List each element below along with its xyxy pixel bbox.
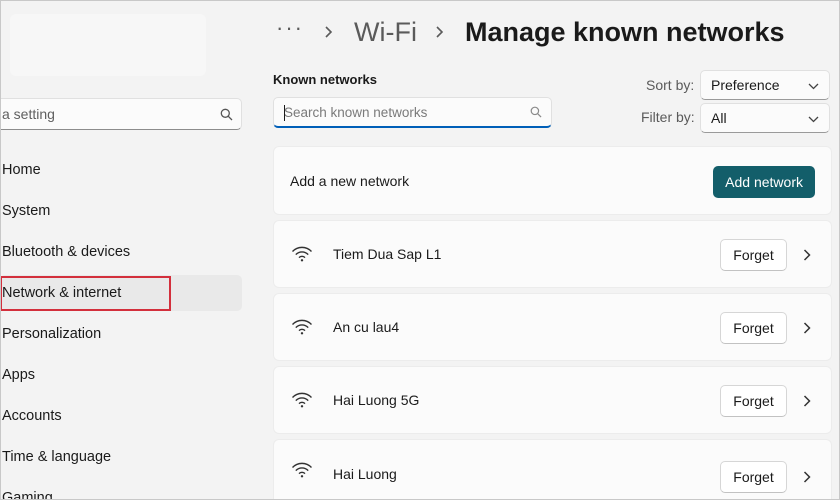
sidebar-item-home[interactable]: Home — [0, 152, 242, 188]
filter-by-label: Filter by: — [641, 109, 695, 125]
sidebar-item-network-internet[interactable]: Network & internet — [0, 275, 242, 311]
search-icon[interactable] — [211, 108, 241, 121]
search-icon[interactable] — [521, 106, 551, 118]
network-row[interactable]: An cu lau4 Forget — [273, 293, 832, 361]
nav-list: Home System Bluetooth & devices Network … — [0, 152, 256, 500]
chevron-right-icon[interactable] — [802, 394, 812, 408]
chevron-right-icon — [435, 25, 449, 39]
wifi-icon — [291, 245, 313, 263]
network-row[interactable]: Tiem Dua Sap L1 Forget — [273, 220, 832, 288]
sidebar-item-label: Time & language — [2, 449, 112, 465]
known-networks-label: Known networks — [273, 72, 378, 87]
sidebar-item-label: Apps — [2, 367, 36, 383]
network-row[interactable]: Hai Luong Forget — [273, 439, 832, 500]
profile-area — [10, 14, 206, 76]
chevron-right-icon — [324, 25, 338, 39]
sort-by-value: Preference — [711, 77, 780, 93]
chevron-down-icon — [808, 110, 819, 126]
sidebar-item-label: System — [2, 203, 51, 219]
sidebar-item-personalization[interactable]: Personalization — [0, 316, 242, 352]
sort-by-dropdown[interactable]: Preference — [700, 70, 830, 100]
sidebar-item-label: Bluetooth & devices — [2, 244, 131, 260]
sidebar-item-label: Accounts — [2, 408, 62, 424]
breadcrumb: ··· Wi-Fi Manage known networks — [276, 10, 785, 54]
wifi-icon — [291, 461, 313, 479]
wifi-icon — [291, 391, 313, 409]
sidebar-item-bluetooth-devices[interactable]: Bluetooth & devices — [0, 234, 242, 270]
sidebar-item-label: Home — [2, 162, 41, 178]
sidebar-item-accounts[interactable]: Accounts — [0, 398, 242, 434]
sidebar-item-time-language[interactable]: Time & language — [0, 439, 242, 475]
sidebar-item-system[interactable]: System — [0, 193, 242, 229]
sidebar-item-label: Personalization — [2, 326, 102, 342]
sidebar-item-label: Gaming — [2, 490, 53, 500]
sidebar-item-apps[interactable]: Apps — [0, 357, 242, 393]
filter-by-value: All — [711, 110, 727, 126]
sidebar-item-gaming[interactable]: Gaming — [0, 480, 242, 500]
more-icon[interactable]: ··· — [276, 17, 304, 47]
known-networks-search-input[interactable] — [284, 104, 521, 120]
chevron-down-icon — [808, 77, 819, 93]
forget-button[interactable]: Forget — [720, 461, 787, 493]
sidebar: Home System Bluetooth & devices Network … — [0, 0, 256, 500]
network-row[interactable]: Hai Luong 5G Forget — [273, 366, 832, 434]
text-caret — [284, 105, 285, 121]
chevron-right-icon[interactable] — [802, 321, 812, 335]
forget-button[interactable]: Forget — [720, 312, 787, 344]
known-networks-search[interactable] — [273, 97, 552, 128]
add-network-card: Add a new network Add network — [273, 146, 832, 215]
forget-button[interactable]: Forget — [720, 385, 787, 417]
find-setting-input[interactable] — [2, 106, 211, 122]
find-setting-search[interactable] — [0, 98, 242, 130]
wifi-icon — [291, 318, 313, 336]
chevron-right-icon[interactable] — [802, 248, 812, 262]
filter-by-dropdown[interactable]: All — [700, 103, 830, 133]
breadcrumb-wifi-link[interactable]: Wi-Fi — [354, 17, 417, 48]
sidebar-item-label: Network & internet — [2, 285, 122, 301]
forget-button[interactable]: Forget — [720, 239, 787, 271]
chevron-right-icon[interactable] — [802, 470, 812, 484]
page-title: Manage known networks — [464, 16, 785, 47]
add-network-button[interactable]: Add network — [713, 166, 815, 198]
sort-by-label: Sort by: — [646, 77, 695, 93]
